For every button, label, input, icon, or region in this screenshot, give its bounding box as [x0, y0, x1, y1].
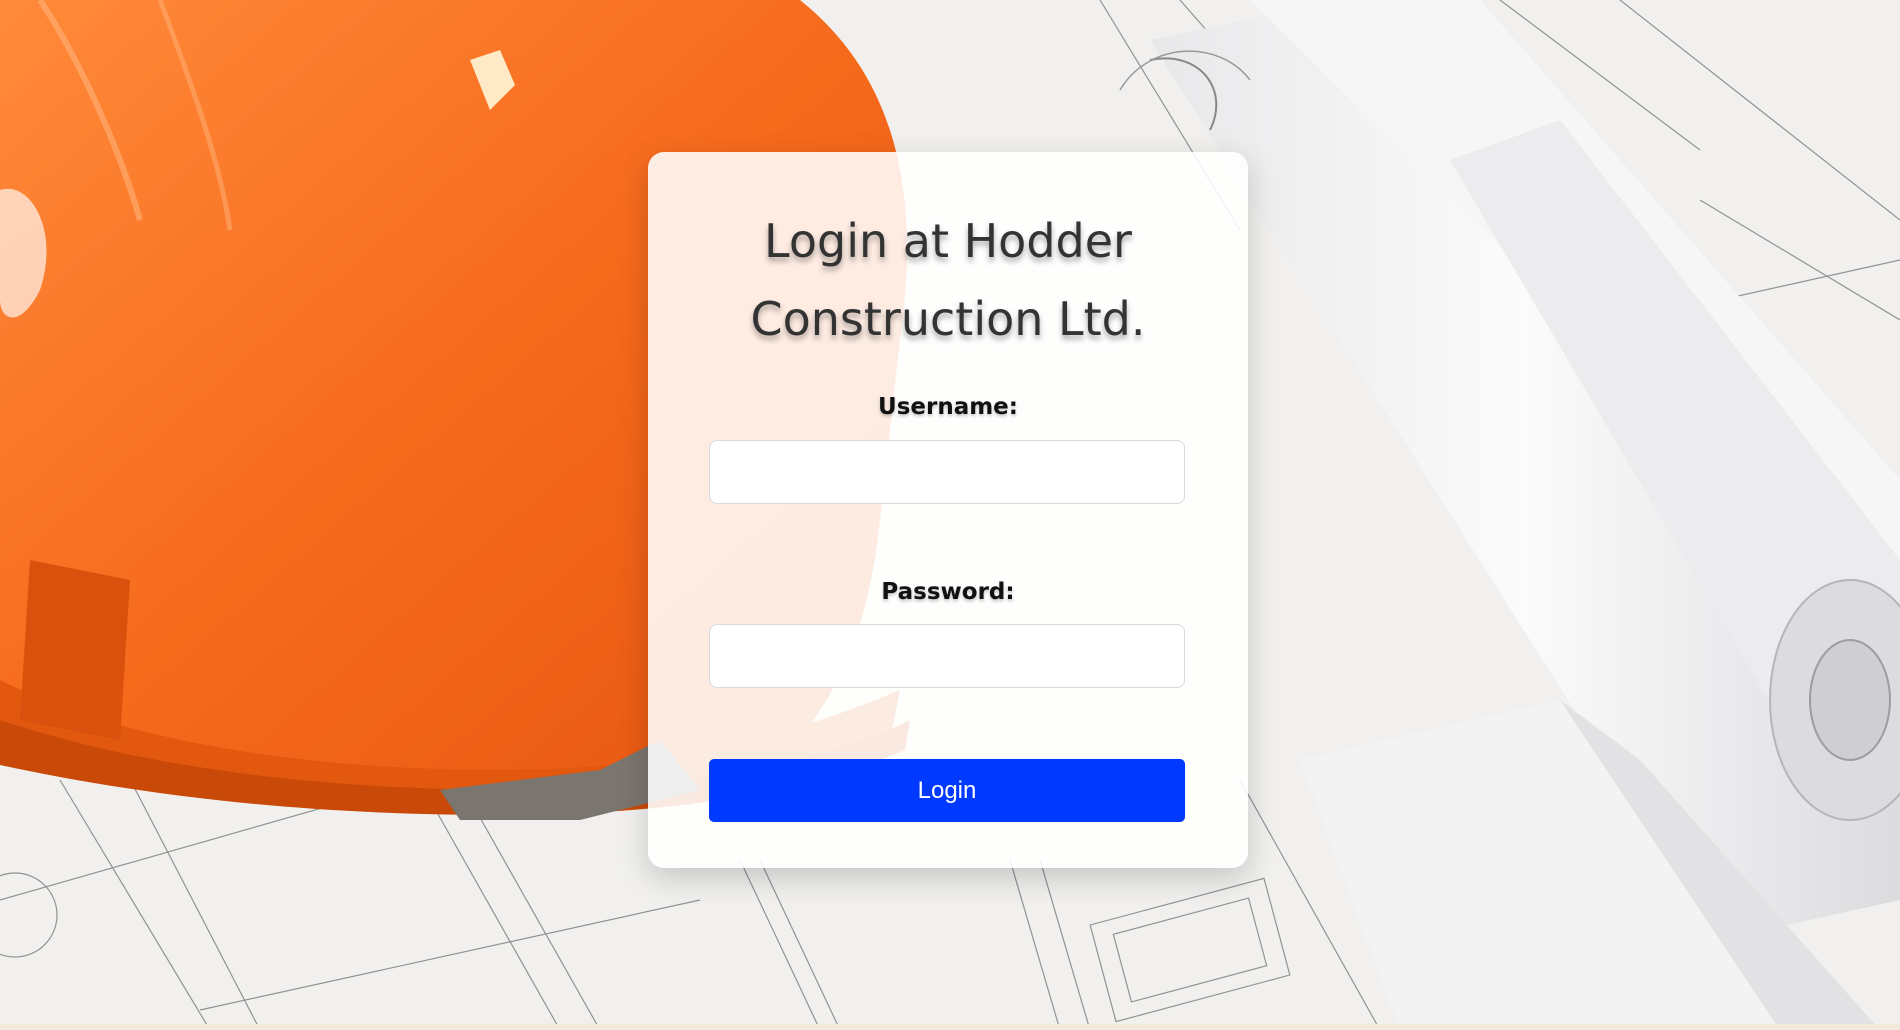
login-title: Login at Hodder Construction Ltd.	[648, 202, 1248, 358]
login-card: Login at Hodder Construction Ltd. Userna…	[648, 152, 1248, 868]
password-input[interactable]	[709, 624, 1185, 688]
password-label: Password:	[881, 579, 1015, 605]
login-title-line1: Login at Hodder	[764, 214, 1132, 268]
username-input[interactable]	[709, 440, 1185, 504]
login-button[interactable]: Login	[709, 759, 1185, 822]
page-bottom-strip	[0, 1024, 1900, 1030]
login-title-line2: Construction Ltd.	[750, 292, 1146, 346]
username-label: Username:	[878, 394, 1018, 420]
